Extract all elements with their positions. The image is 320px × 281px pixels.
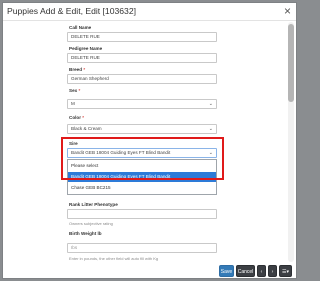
breed-label-text: Breed: [69, 67, 83, 72]
rank-litter-phenotype-input[interactable]: [67, 209, 217, 219]
color-label-text: Color: [69, 115, 81, 120]
rank-litter-phenotype-label: Rank Litter Phenotype: [69, 202, 118, 207]
menu-icon: ☰▾: [282, 269, 289, 275]
color-select-value: Black & Cream: [71, 126, 102, 131]
call-name-input[interactable]: DELETE RUE: [67, 32, 217, 42]
next-record-button[interactable]: ›: [268, 265, 277, 277]
breed-label: Breed *: [69, 67, 85, 72]
call-name-label: Call Name: [69, 25, 92, 30]
puppy-form: Call Name DELETE RUE Pedigree Name DELET…: [3, 3, 296, 278]
previous-record-button[interactable]: ‹: [257, 265, 266, 277]
sex-label: Sex *: [69, 88, 80, 93]
save-button[interactable]: Save: [219, 265, 234, 277]
chevron-left-icon: ‹: [260, 269, 263, 275]
sex-select[interactable]: M ⌄: [67, 99, 217, 109]
birth-weight-input[interactable]: Ibs: [67, 243, 217, 253]
chevron-down-icon: ⌄: [208, 101, 213, 107]
modal-scrollbar[interactable]: [288, 22, 294, 262]
color-required-mark: *: [82, 115, 85, 120]
breed-input[interactable]: German Shepherd: [67, 74, 217, 84]
color-select[interactable]: Black & Cream ⌄: [67, 124, 217, 134]
birth-weight-label: Birth Weight lb: [69, 231, 102, 236]
cancel-button[interactable]: Cancel: [236, 265, 255, 277]
pedigree-name-input[interactable]: DELETE RUE: [67, 53, 217, 63]
highlight-box: [61, 137, 224, 180]
modal-footer: Save Cancel ‹ › ☰▾: [3, 265, 296, 278]
rank-litter-phenotype-hint: Owners subjective rating: [69, 221, 113, 226]
edit-modal: Puppies Add & Edit, Edit [103632] × Call…: [2, 2, 297, 279]
sex-select-value: M: [71, 101, 75, 106]
sex-required-mark: *: [78, 88, 81, 93]
sex-label-text: Sex: [69, 88, 78, 93]
birth-weight-hint: Enter in pounds, the other field will au…: [69, 256, 159, 261]
color-label: Color *: [69, 115, 84, 120]
pedigree-name-label: Pedigree Name: [69, 46, 103, 51]
more-menu-button[interactable]: ☰▾: [279, 265, 292, 277]
breed-required-mark: *: [83, 67, 86, 72]
chevron-right-icon: ›: [271, 269, 274, 275]
sire-option[interactable]: Chase GEB BC215: [68, 183, 216, 193]
chevron-down-icon: ⌄: [208, 126, 213, 132]
scrollbar-thumb[interactable]: [288, 24, 294, 102]
